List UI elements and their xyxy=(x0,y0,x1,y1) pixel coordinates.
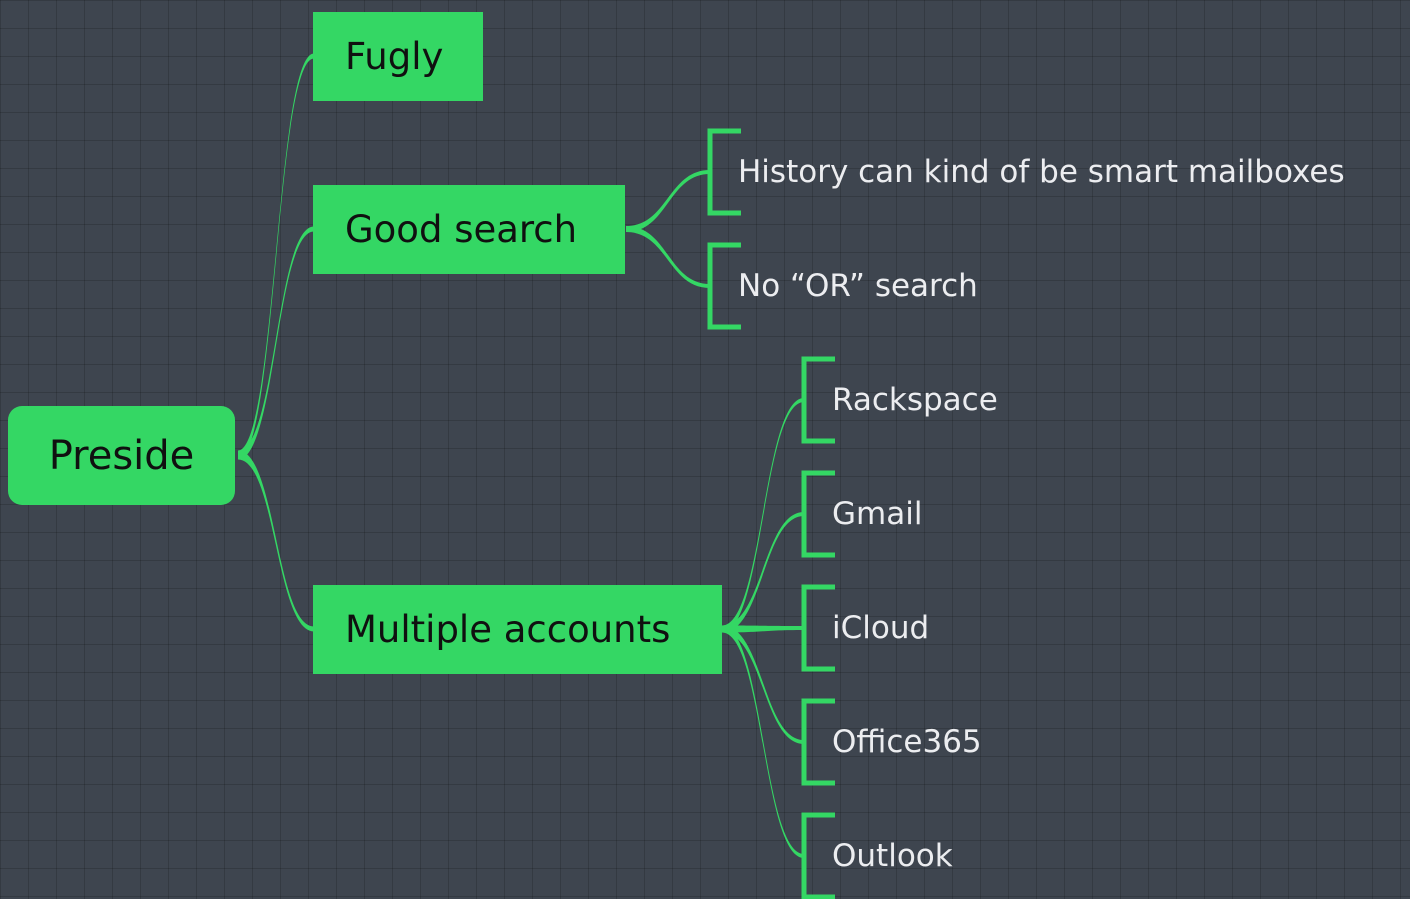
subtopic-node-gmail[interactable]: Gmail xyxy=(802,473,922,555)
branch-multiple-accounts-outlook xyxy=(722,625,804,858)
subtopic-node-office365[interactable]: Office365 xyxy=(802,701,982,783)
subtopic-label: No “OR” search xyxy=(738,268,978,304)
subtopic-label: Rackspace xyxy=(832,382,998,418)
branch-multiple-accounts-office365 xyxy=(722,625,804,744)
topic-node-good-search[interactable]: Good search xyxy=(313,185,625,274)
subtopic-node-rackspace[interactable]: Rackspace xyxy=(802,359,998,441)
subtopic-node-icloud[interactable]: iCloud xyxy=(802,587,929,669)
branch-good-search-no-or xyxy=(626,226,710,288)
branch-preside-good-search xyxy=(238,226,314,460)
subtopic-node-no-or-search[interactable]: No “OR” search xyxy=(708,245,978,327)
root-node-preside[interactable]: Preside xyxy=(8,406,235,505)
topic-label: Good search xyxy=(345,208,578,251)
root-node-label: Preside xyxy=(48,432,195,479)
subtopic-label: History can kind of be smart mailboxes xyxy=(738,154,1345,190)
branch-preside-multiple-accounts xyxy=(238,450,314,632)
topic-node-fugly[interactable]: Fugly xyxy=(313,12,483,101)
subtopic-label: iCloud xyxy=(832,610,930,646)
branch-multiple-accounts-gmail xyxy=(722,512,804,633)
subtopic-label: Gmail xyxy=(832,496,923,532)
branch-good-search-history xyxy=(626,170,710,232)
subtopic-node-outlook[interactable]: Outlook xyxy=(802,815,953,897)
mind-map-canvas: Preside Fugly Good search Multiple accou… xyxy=(0,0,1410,899)
subtopic-node-history[interactable]: History can kind of be smart mailboxes xyxy=(708,131,1345,213)
topic-label: Fugly xyxy=(345,35,444,78)
subtopic-label: Outlook xyxy=(832,838,953,874)
branch-multiple-accounts-rackspace xyxy=(722,398,804,633)
branch-preside-fugly xyxy=(238,53,314,460)
subtopic-label: Office365 xyxy=(832,724,982,760)
topic-label: Multiple accounts xyxy=(345,608,671,651)
topic-node-multiple-accounts[interactable]: Multiple accounts xyxy=(313,585,722,674)
